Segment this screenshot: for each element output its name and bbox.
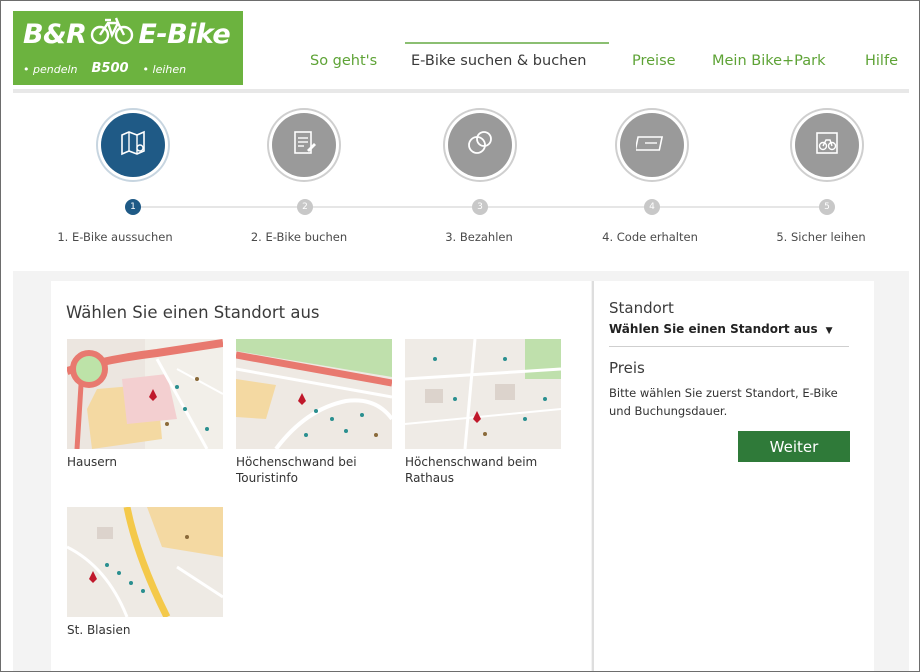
standort-select[interactable]: Wählen Sie einen Standort aus ▼	[609, 322, 833, 336]
standort-select-value: Wählen Sie einen Standort aus	[609, 322, 818, 336]
location-map-hausern[interactable]	[67, 339, 223, 449]
location-name-hausern: Hausern	[67, 455, 117, 469]
step-4-circle[interactable]	[620, 113, 684, 177]
location-card-hoechenschwand-rathaus[interactable]: Höchenschwand beim Rathaus	[405, 339, 561, 486]
standort-underline	[609, 346, 849, 347]
page-frame: B&R E-Bike • pendeln B500 • leihen So ge…	[0, 0, 920, 672]
payment-icon	[465, 128, 495, 162]
location-name-hoechenschwand-touristinfo: Höchenschwand bei Touristinfo	[236, 455, 357, 485]
location-card-hoechenschwand-touristinfo[interactable]: Höchenschwand bei Touristinfo	[236, 339, 392, 486]
preis-text: Bitte wählen Sie zuerst Standort, E-Bike…	[609, 386, 838, 418]
main-nav: So geht's E-Bike suchen & buchen Preise …	[1, 1, 919, 91]
nav-active-indicator	[405, 42, 609, 44]
step-4-dot[interactable]: 4	[644, 199, 660, 215]
step-1-label: 1. E-Bike aussuchen	[57, 230, 173, 244]
step-1-dot[interactable]: 1	[125, 199, 141, 215]
step-3-label: 3. Bezahlen	[445, 230, 513, 244]
booking-summary-panel: Standort Wählen Sie einen Standort aus ▼ …	[594, 281, 874, 671]
location-name-hoechenschwand-rathaus: Höchenschwand beim Rathaus	[405, 455, 538, 485]
location-map-hoechenschwand-touristinfo[interactable]	[236, 339, 392, 449]
step-3-circle[interactable]	[448, 113, 512, 177]
nav-so-gehts[interactable]: So geht's	[310, 53, 377, 69]
step-2-dot[interactable]: 2	[297, 199, 313, 215]
nav-ebike-suchen-buchen[interactable]: E-Bike suchen & buchen	[411, 53, 586, 69]
booking-icon	[289, 128, 319, 162]
location-card-hausern[interactable]: Hausern	[67, 339, 223, 471]
caret-down-icon: ▼	[825, 326, 833, 336]
booking-steps: 1 2 3 4 5 1. E-Bike aussuchen 2. E-Bike …	[1, 93, 919, 273]
step-5-circle[interactable]	[795, 113, 859, 177]
map-icon	[118, 128, 148, 162]
step-2-circle[interactable]	[272, 113, 336, 177]
code-card-icon	[634, 128, 668, 162]
nav-hilfe[interactable]: Hilfe	[865, 53, 898, 69]
nav-mein-bike-park[interactable]: Mein Bike+Park	[712, 53, 826, 69]
step-4-label: 4. Code erhalten	[602, 230, 698, 244]
step-2-label: 2. E-Bike buchen	[250, 230, 348, 244]
standort-heading: Standort	[609, 299, 674, 317]
step-5-label: 5. Sicher leihen	[776, 230, 866, 244]
preis-heading: Preis	[609, 359, 645, 377]
weiter-button[interactable]: Weiter	[738, 431, 850, 462]
location-map-st-blasien[interactable]	[67, 507, 223, 617]
step-5-dot[interactable]: 5	[819, 199, 835, 215]
location-card-st-blasien[interactable]: St. Blasien	[67, 507, 223, 639]
location-name-st-blasien: St. Blasien	[67, 623, 131, 637]
step-1-circle[interactable]	[101, 113, 165, 177]
location-panel-title: Wählen Sie einen Standort aus	[66, 303, 320, 322]
location-panel: Wählen Sie einen Standort aus Hausern Hö…	[51, 281, 591, 671]
bike-lock-icon	[812, 128, 842, 162]
location-map-hoechenschwand-rathaus[interactable]	[405, 339, 561, 449]
step-3-dot[interactable]: 3	[472, 199, 488, 215]
nav-preise[interactable]: Preise	[632, 53, 676, 69]
